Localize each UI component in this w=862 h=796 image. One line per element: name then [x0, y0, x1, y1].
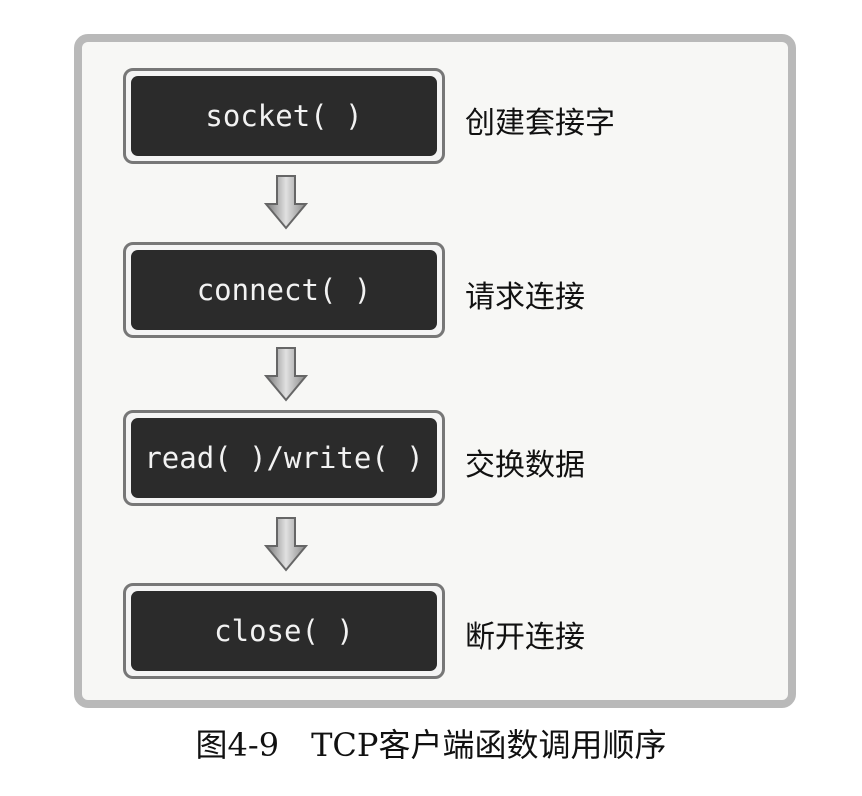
step-socket-desc: 创建套接字 — [465, 106, 615, 141]
down-arrow-icon — [264, 347, 308, 402]
step-connect-desc: 请求连接 — [465, 280, 585, 315]
step-socket: socket( ) — [123, 68, 445, 164]
step-connect-func: connect( ) — [131, 250, 437, 330]
step-read-write-desc: 交换数据 — [465, 448, 585, 483]
step-connect: connect( ) — [123, 242, 445, 338]
step-read-write-func: read( )/write( ) — [131, 418, 437, 498]
down-arrow-icon — [264, 517, 308, 572]
step-read-write: read( )/write( ) — [123, 410, 445, 506]
down-arrow-icon — [264, 175, 308, 230]
step-socket-func: socket( ) — [131, 76, 437, 156]
figure-caption: 图4-9 TCP客户端函数调用顺序 — [195, 726, 667, 764]
step-close-desc: 断开连接 — [465, 620, 585, 655]
step-close-func: close( ) — [131, 591, 437, 671]
step-close: close( ) — [123, 583, 445, 679]
